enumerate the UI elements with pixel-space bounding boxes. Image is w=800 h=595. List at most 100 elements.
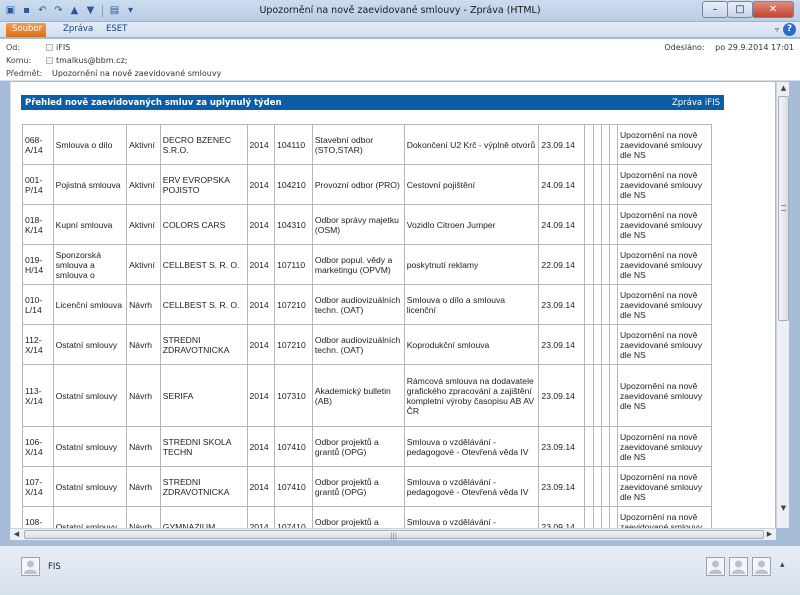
empty-cell (592, 124, 602, 165)
description-cell: Cestovní pojištění (403, 164, 540, 205)
status-cell: Aktivní (126, 124, 161, 165)
person-name[interactable]: FIS (48, 562, 61, 572)
department-cell: Odbor popul. vědy a marketingu (OPVM) (311, 244, 405, 285)
code-cell: 104110 (274, 124, 313, 165)
tab-file[interactable]: Soubor (6, 23, 46, 37)
sent-label: Odesláno: (664, 43, 705, 52)
expand-people-pane-icon[interactable]: ▴ (780, 560, 785, 570)
empty-cell (600, 284, 610, 325)
department-cell: Odbor projektů a grantů (OPG) (311, 466, 405, 507)
tab-eset[interactable]: ESET (100, 23, 133, 37)
year-cell: 2014 (246, 244, 276, 285)
empty-cell (584, 244, 594, 285)
empty-cell (584, 364, 594, 427)
table-row: 108-X/14Ostatní smlouvyNávrhGYMNAZIUM,20… (22, 506, 713, 528)
window-title: Upozornění na nově zaevidované smlouvy -… (259, 5, 541, 16)
date-cell: 23.09.14 (538, 284, 586, 325)
date-cell: 23.09.14 (538, 124, 586, 165)
empty-cell (600, 124, 610, 165)
message-body: Přehled nově zaevidovaných smluv za uply… (10, 82, 775, 528)
description-cell: poskytnutí reklamy (403, 244, 540, 285)
empty-cell (584, 204, 594, 245)
status-cell: Aktivní (126, 204, 161, 245)
scroll-thumb[interactable] (778, 96, 789, 321)
empty-cell (584, 164, 594, 205)
avatar[interactable] (706, 557, 725, 576)
department-cell: Provozní odbor (PRO) (311, 164, 405, 205)
contract-id-cell: 112-X/14 (22, 324, 54, 365)
empty-cell (608, 506, 618, 528)
contract-type-cell: Sponzorská smlouva a smlouva o (52, 244, 128, 285)
scroll-up-icon[interactable]: ▲ (778, 83, 789, 94)
contracts-table: 068-A/14 Smlouva o dílo Aktivní DECRO BZENE… (22, 124, 713, 528)
to-value[interactable]: tmalkus@bbm.cz; (56, 56, 127, 65)
to-row: Komu: tmalkus@bbm.cz; (6, 56, 127, 65)
empty-cell (608, 426, 618, 467)
table-row: 010-L/14 Licenční smlouva Návrh CELLBEST S.… (22, 284, 713, 325)
avatar[interactable] (729, 557, 748, 576)
empty-cell (600, 324, 610, 365)
contract-id-cell: 018-K/14 (22, 204, 54, 245)
status-cell: Návrh (126, 506, 161, 528)
contract-type-cell: Ostatní smlouvy (52, 426, 128, 467)
maximize-button[interactable]: □ (727, 1, 753, 18)
empty-cell (584, 284, 594, 325)
scroll-left-icon[interactable]: ◀ (11, 529, 22, 540)
scroll-down-icon[interactable]: ▼ (778, 503, 789, 514)
empty-cell (600, 466, 610, 507)
contract-id-cell: 107-X/14 (22, 466, 54, 507)
horizontal-scrollbar[interactable]: ◀ ||| ▶ (10, 528, 776, 540)
minimize-button[interactable]: – (702, 1, 728, 18)
code-cell: 107110 (274, 244, 313, 285)
empty-cell (608, 244, 618, 285)
year-cell: 2014 (246, 506, 276, 528)
date-cell: 23.09.14 (538, 466, 586, 507)
note-cell: Upozornění na nově zaevidované smlouvy d… (616, 244, 713, 285)
contract-type-cell: Ostatní smlouvy (52, 364, 128, 427)
contract-type-cell: Ostatní smlouvy (52, 506, 128, 528)
note-cell: Upozornění na nově zaevidované smlouvy d… (616, 364, 713, 427)
empty-cell (584, 506, 594, 528)
empty-cell (592, 426, 602, 467)
empty-cell (600, 506, 610, 528)
ribbon: Soubor Zpráva ESET ▿ ? (0, 22, 800, 38)
note-cell: Upozornění na nově zaevidované smlouvy d… (616, 284, 713, 325)
description-cell: Vozidlo Citroen Jumper (403, 204, 540, 245)
status-cell: Návrh (126, 364, 161, 427)
status-cell: Návrh (126, 466, 161, 507)
vertical-scrollbar[interactable]: ▲ ▼ (776, 82, 789, 528)
date-cell: 22.09.14 (538, 244, 586, 285)
close-button[interactable]: ✕ (752, 1, 794, 18)
tab-message[interactable]: Zpráva (57, 23, 99, 37)
partner-cell: STREDNI SKOLA TECHN (159, 426, 248, 467)
people-pane: FIS ▴ (0, 545, 800, 595)
help-icon[interactable]: ? (783, 23, 796, 36)
horizontal-scroll-thumb[interactable]: ||| (24, 530, 764, 540)
avatar[interactable] (752, 557, 771, 576)
year-cell: 2014 (246, 284, 276, 325)
date-cell: 23.09.14 (538, 506, 586, 528)
window-controls: – □ ✕ (702, 1, 794, 18)
empty-cell (600, 364, 610, 427)
from-row: Od: iFIS (6, 43, 70, 52)
report-source: Zpráva iFIS (671, 97, 720, 108)
status-cell: Aktivní (126, 244, 161, 285)
partner-cell: ERV EVROPSKA POJISTO (159, 164, 248, 205)
from-value[interactable]: iFIS (56, 43, 70, 52)
code-cell: 107410 (274, 426, 313, 467)
department-cell: Stavební odbor (STO,STAR) (311, 124, 405, 165)
expand-ribbon-icon[interactable]: ▿ (775, 25, 779, 34)
contract-id-cell: 019-H/14 (22, 244, 54, 285)
description-cell: Koprodukční smlouva (403, 324, 540, 365)
date-cell: 23.09.14 (538, 426, 586, 467)
recipient-status-icon (46, 57, 53, 64)
avatar[interactable] (21, 557, 40, 576)
partner-cell: CELLBEST S. R. O. (159, 244, 248, 285)
empty-cell (592, 244, 602, 285)
empty-cell (600, 244, 610, 285)
contract-type-cell: Ostatní smlouvy (52, 324, 128, 365)
year-cell: 2014 (246, 466, 276, 507)
partner-cell: SERIFA (159, 364, 248, 427)
report-banner: Přehled nově zaevidovaných smluv za uply… (21, 95, 724, 110)
scroll-right-icon[interactable]: ▶ (764, 529, 775, 540)
